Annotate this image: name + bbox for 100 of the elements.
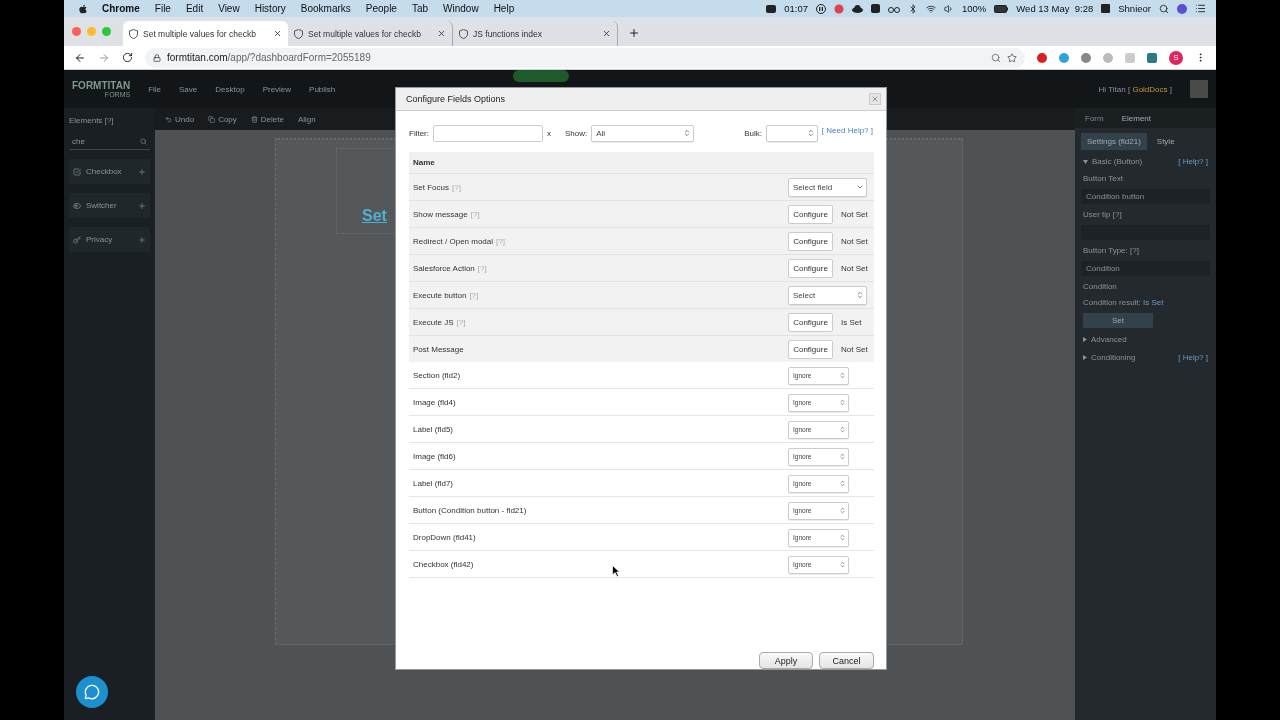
pause-icon[interactable] (816, 3, 826, 14)
reload-icon[interactable] (122, 52, 133, 63)
cloud-icon[interactable] (852, 4, 863, 13)
settings-tab[interactable]: Style (1150, 133, 1181, 150)
profile-avatar[interactable]: S (1169, 50, 1183, 65)
set-button[interactable]: Set (1083, 313, 1153, 328)
panel-tab[interactable]: Element (1121, 113, 1152, 123)
plus-icon[interactable] (138, 167, 146, 176)
configure-button[interactable]: Configure (788, 312, 833, 332)
element-item[interactable]: Privacy (69, 227, 150, 252)
plus-icon[interactable] (138, 235, 146, 244)
button-text-field[interactable]: Condition button (1081, 189, 1210, 204)
element-item[interactable]: Checkbox (69, 159, 150, 184)
panel-tab[interactable]: Form (1085, 113, 1104, 123)
bluetooth-icon[interactable] (908, 3, 918, 14)
caret-icon (1083, 159, 1088, 164)
select-dropdown[interactable]: Select (788, 285, 867, 305)
configure-button[interactable]: Configure (788, 339, 833, 359)
new-tab-icon[interactable] (628, 27, 640, 39)
section-title[interactable]: Basic (Button) (1083, 157, 1143, 166)
help-link[interactable]: [ Help? ] (1178, 353, 1208, 362)
menu-item[interactable]: Bookmarks (300, 3, 351, 14)
configure-button[interactable]: Configure (788, 204, 833, 224)
updown-arrows-icon (839, 561, 846, 568)
caret-icon (1083, 355, 1087, 360)
record-icon[interactable] (834, 3, 844, 14)
bulk-label: Bulk: (744, 128, 763, 138)
plus-icon[interactable] (138, 201, 146, 210)
section-title[interactable]: Advanced (1083, 335, 1127, 344)
toolbar-item[interactable]: Desktop (215, 84, 245, 94)
battery-icon[interactable] (994, 4, 1009, 13)
toolbar-item[interactable]: Publish (309, 84, 336, 94)
field-name: Image (fld6) (413, 452, 457, 461)
apple-icon[interactable] (78, 3, 88, 14)
edit-tool[interactable]: Copy (208, 114, 237, 124)
field-name: Checkbox (fld42) (413, 560, 475, 569)
menu-item[interactable]: Help (493, 3, 515, 14)
address-bar[interactable]: formtitan.com/app/?dashboardForm=2055189 (145, 47, 1025, 68)
filter-label: Filter: (409, 128, 429, 138)
siri-icon[interactable] (1177, 3, 1187, 14)
caret-icon (1083, 337, 1087, 342)
field-name: Section (fld2) (413, 371, 462, 380)
updown-arrows-icon (856, 291, 864, 299)
settings-tab[interactable]: Settings (fld21) (1081, 133, 1147, 150)
element-item[interactable]: Switcher (69, 193, 150, 218)
close-icon[interactable] (273, 29, 282, 38)
browser-tab[interactable]: Set multiple values for checkb (123, 21, 288, 46)
menu-item[interactable]: History (254, 3, 286, 14)
search-icon (140, 138, 147, 145)
search-field[interactable]: che (69, 134, 150, 150)
extension-icon[interactable] (1147, 52, 1157, 63)
bookmark-star-icon[interactable] (1007, 52, 1017, 63)
edit-tool[interactable]: Undo (165, 114, 195, 124)
menu-item[interactable]: Chrome (102, 3, 140, 14)
zoom-icon[interactable] (991, 52, 1001, 63)
updown-arrows-icon (839, 480, 846, 487)
toolbar-item[interactable]: Save (179, 84, 198, 94)
menu-item[interactable]: View (218, 3, 240, 14)
select-field-dropdown[interactable]: Select field (788, 177, 867, 197)
menu-item[interactable]: People (365, 3, 397, 14)
wifi-icon[interactable] (926, 3, 936, 14)
extension-icon[interactable] (1081, 52, 1091, 63)
user-name[interactable]: Shnieor (1118, 3, 1151, 14)
checkbox-icon (73, 167, 81, 176)
lock-icon (153, 53, 161, 62)
toolbar-item[interactable]: Preview (262, 84, 292, 94)
cancel-button[interactable]: Cancel (819, 652, 874, 669)
apply-button[interactable]: Apply (759, 652, 813, 669)
edit-tool[interactable]: Align (297, 114, 316, 124)
caret-icon (856, 183, 864, 191)
configure-button[interactable]: Configure (788, 231, 833, 251)
close-icon[interactable] (602, 29, 611, 38)
list-icon[interactable] (1195, 3, 1206, 14)
help-link[interactable]: [ Need Help? ] (821, 125, 873, 135)
section-title[interactable]: Conditioning (1083, 353, 1136, 362)
action-name: Salesforce Action [?] (413, 263, 488, 273)
filter-field[interactable] (433, 124, 543, 142)
button-type-select[interactable]: Condition (1081, 261, 1210, 276)
menu-item[interactable]: File (154, 3, 171, 14)
edit-tool[interactable]: Delete (250, 114, 284, 124)
menu-item[interactable]: Tab (411, 3, 429, 14)
menu-item[interactable]: Window (443, 3, 479, 14)
extension-icon[interactable] (1059, 52, 1069, 63)
field-name: Label (fld7) (413, 479, 455, 488)
toolbar-item[interactable]: File (148, 84, 162, 94)
close-icon[interactable] (437, 29, 446, 38)
show-select[interactable]: All (591, 124, 695, 142)
clear-filter[interactable]: x (547, 128, 551, 138)
date-time: Wed 13 May 9:28 (1016, 3, 1094, 14)
show-label: Show: (565, 128, 588, 138)
menu-item[interactable]: Edit (185, 3, 204, 14)
help-link[interactable]: [ Help? ] (1178, 157, 1208, 166)
extension-icon[interactable] (1037, 52, 1047, 63)
volume-icon[interactable] (944, 3, 954, 14)
status-text: Not Set (841, 263, 868, 273)
field-name: DropDown (fld41) (413, 533, 477, 542)
configure-button[interactable]: Configure (788, 258, 833, 278)
back-icon[interactable] (74, 51, 86, 64)
updown-arrows-icon (839, 507, 846, 514)
search-icon[interactable] (1159, 3, 1169, 14)
